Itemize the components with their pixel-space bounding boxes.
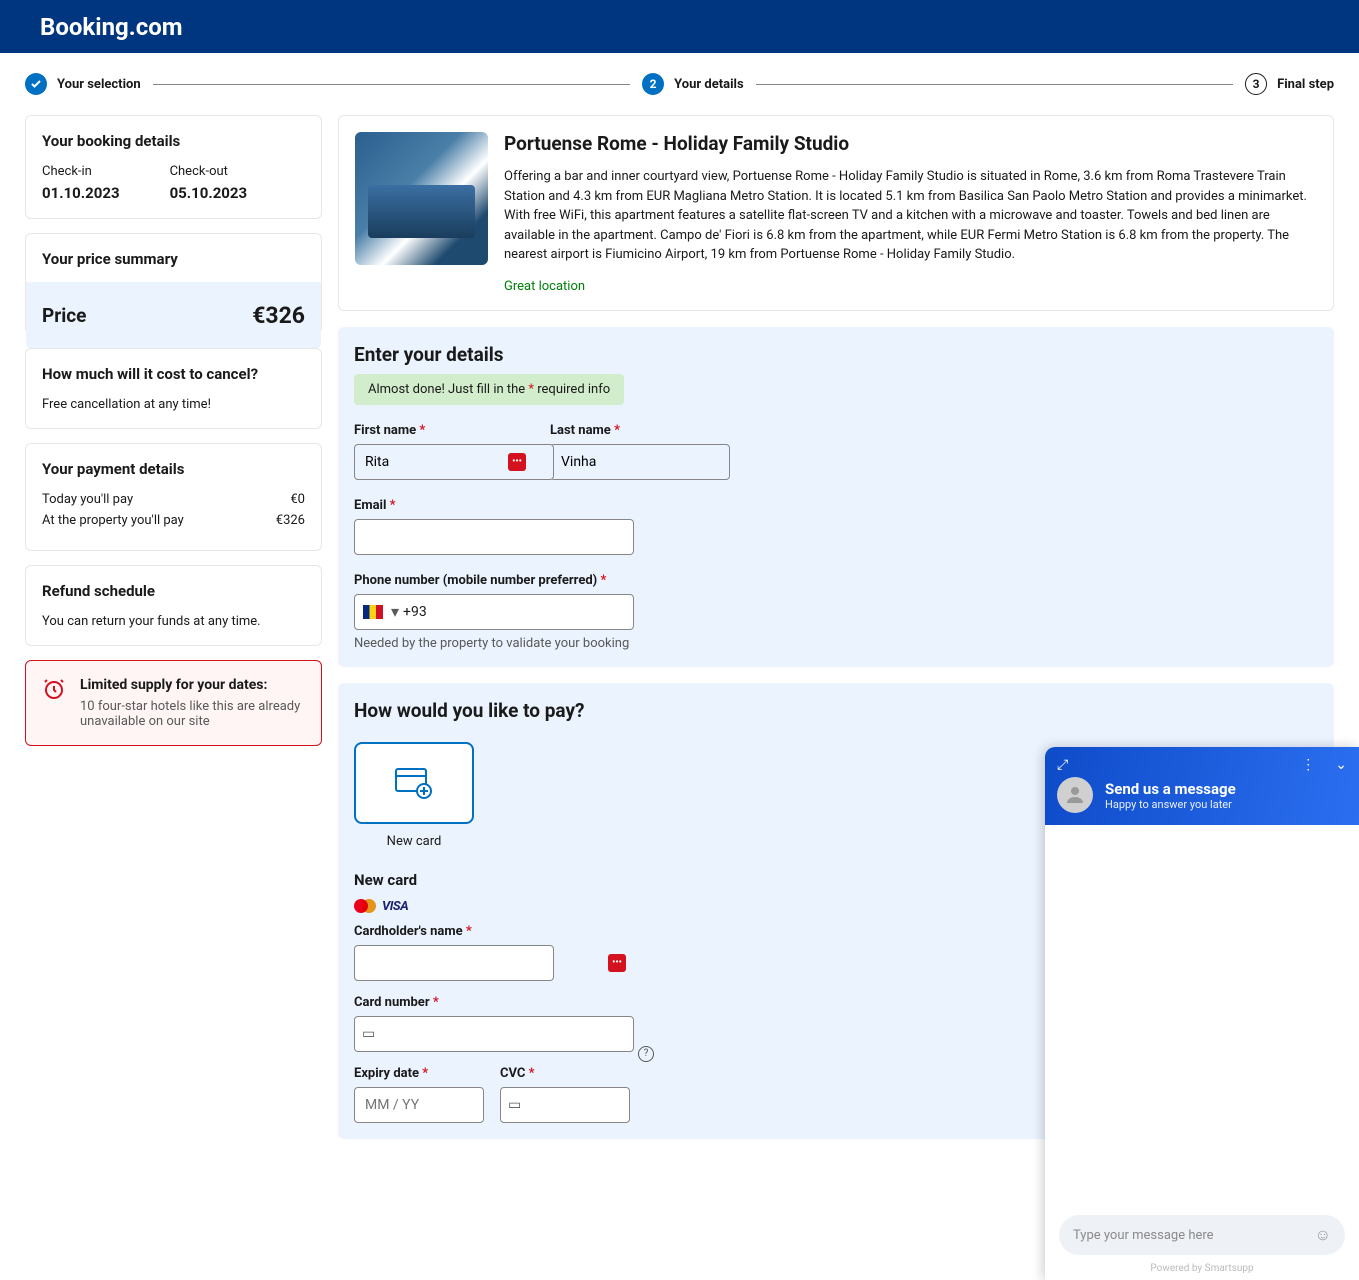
info-icon[interactable]: ? (638, 1046, 654, 1062)
chat-footer: Powered by Smartsupp (1045, 1263, 1359, 1280)
password-manager-icon[interactable]: ••• (508, 453, 526, 471)
first-name-label: First name * (354, 423, 534, 438)
expiry-input[interactable] (354, 1087, 484, 1123)
property-pay-value: €326 (276, 513, 305, 528)
checkin-value: 01.10.2023 (42, 184, 120, 202)
email-label: Email * (354, 498, 634, 513)
new-card-label: New card (354, 834, 474, 849)
cardnum-input[interactable] (354, 1016, 634, 1052)
cancel-cost-card: How much will it cost to cancel? Free ca… (25, 348, 322, 429)
last-name-label: Last name * (550, 423, 730, 438)
form-title: Enter your details (354, 343, 1318, 366)
card-title: How much will it cost to cancel? (42, 365, 305, 383)
card-icon: ▭ (362, 1026, 375, 1042)
card-title: Your payment details (42, 460, 305, 478)
step-label: Final step (1277, 77, 1334, 92)
phone-input[interactable]: ▾ +93 (354, 594, 634, 630)
last-name-input[interactable] (550, 444, 730, 480)
card-title: Your price summary (42, 250, 305, 268)
price-summary-card: Your price summary Price €326 (25, 233, 322, 334)
cardholder-input[interactable] (354, 945, 554, 981)
clock-icon (42, 677, 66, 701)
step-final: 3 Final step (1245, 73, 1334, 95)
step-divider (756, 84, 1233, 85)
today-pay-label: Today you'll pay (42, 492, 133, 507)
property-pay-label: At the property you'll pay (42, 513, 184, 528)
checkout-label: Check-out (170, 164, 248, 179)
chat-widget: ⤢ ⋮ ⌄ Send us a message Happy to answer … (1045, 747, 1359, 1280)
chevron-down-icon[interactable]: ⌄ (1335, 757, 1347, 773)
booking-details-card: Your booking details Check-in 01.10.2023… (25, 115, 322, 219)
phone-help-text: Needed by the property to validate your … (354, 636, 1318, 651)
step-number-icon: 2 (642, 73, 664, 95)
password-manager-icon[interactable]: ••• (608, 954, 626, 972)
email-input[interactable] (354, 519, 634, 555)
checkout-value: 05.10.2023 (170, 184, 248, 202)
cardnum-label: Card number * (354, 995, 634, 1010)
info-banner: Almost done! Just fill in the * required… (354, 374, 624, 405)
mastercard-icon (354, 899, 376, 913)
price-value: €326 (252, 302, 305, 329)
cardholder-label: Cardholder's name * (354, 924, 634, 939)
flag-icon[interactable] (363, 605, 383, 619)
visa-icon: VISA (382, 899, 408, 914)
supply-alert: Limited supply for your dates: 10 four-s… (25, 660, 322, 746)
property-name: Portuense Rome - Holiday Family Studio (504, 132, 1317, 155)
check-icon (25, 73, 47, 95)
property-image (355, 132, 488, 265)
brand-logo[interactable]: Booking.com (40, 13, 183, 41)
progress-bar: Your selection 2 Your details 3 Final st… (0, 53, 1359, 115)
expand-icon[interactable]: ⤢ (1057, 757, 1068, 773)
chat-placeholder: Type your message here (1073, 1228, 1214, 1243)
step-number-icon: 3 (1245, 73, 1267, 95)
step-details: 2 Your details (642, 73, 744, 95)
site-header: Booking.com (0, 0, 1359, 53)
chat-body (1045, 825, 1359, 1205)
great-location-link[interactable]: Great location (504, 279, 585, 294)
refund-text: You can return your funds at any time. (42, 614, 305, 629)
price-label: Price (42, 304, 86, 327)
avatar (1057, 777, 1093, 813)
new-card-option[interactable] (354, 742, 474, 824)
alert-text: 10 four-star hotels like this are alread… (80, 699, 305, 729)
property-description: Offering a bar and inner courtyard view,… (504, 167, 1317, 265)
details-form: Enter your details Almost done! Just fil… (338, 327, 1334, 667)
property-card: Portuense Rome - Holiday Family Studio O… (338, 115, 1334, 311)
chat-input[interactable]: Type your message here ☺ (1059, 1215, 1345, 1255)
card-title: Refund schedule (42, 582, 305, 600)
alert-title: Limited supply for your dates: (80, 677, 305, 693)
menu-dots-icon[interactable]: ⋮ (1301, 757, 1315, 773)
chat-title: Send us a message (1105, 780, 1236, 798)
card-title: Your booking details (42, 132, 305, 150)
today-pay-value: €0 (290, 492, 305, 507)
step-label: Your selection (57, 77, 141, 92)
card-icon: ▭ (508, 1097, 521, 1113)
expiry-label: Expiry date * (354, 1066, 484, 1081)
emoji-icon[interactable]: ☺ (1315, 1225, 1331, 1245)
phone-label: Phone number (mobile number preferred) * (354, 573, 1318, 588)
step-label: Your details (674, 77, 744, 92)
pay-title: How would you like to pay? (354, 699, 1318, 722)
refund-schedule-card: Refund schedule You can return your fund… (25, 565, 322, 646)
chat-header: ⤢ ⋮ ⌄ Send us a message Happy to answer … (1045, 747, 1359, 825)
cvc-label: CVC * (500, 1066, 630, 1081)
cancel-text: Free cancellation at any time! (42, 397, 305, 412)
chat-subtitle: Happy to answer you later (1105, 798, 1236, 811)
add-card-icon (394, 765, 434, 801)
step-selection: Your selection (25, 73, 141, 95)
checkin-label: Check-in (42, 164, 120, 179)
dial-code: +93 (403, 604, 427, 620)
step-divider (153, 84, 630, 85)
payment-details-card: Your payment details Today you'll pay €0… (25, 443, 322, 551)
